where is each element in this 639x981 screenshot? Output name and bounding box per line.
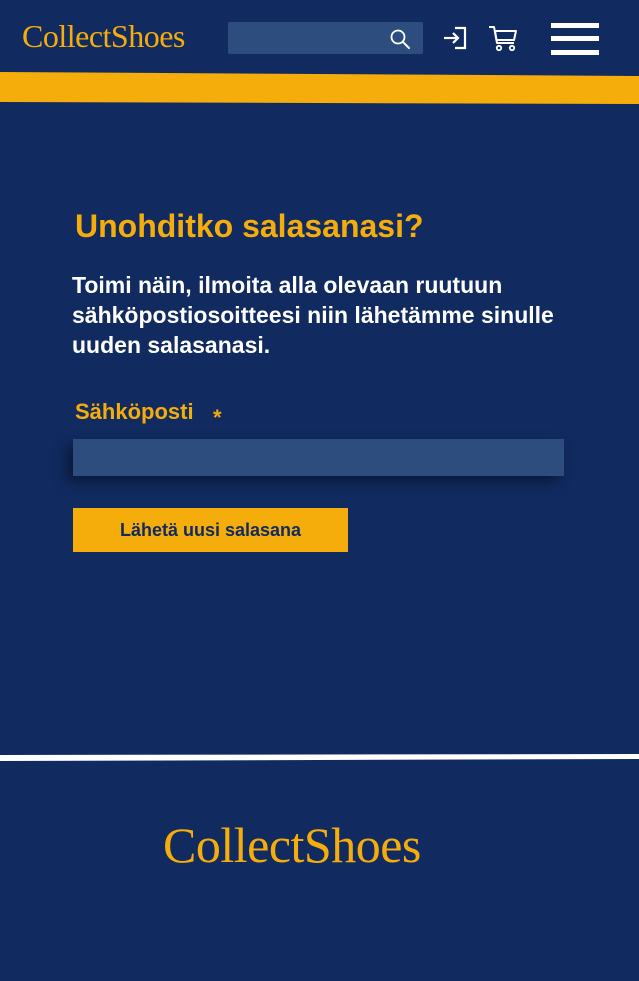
send-new-password-button[interactable]: Lähetä uusi salasana: [73, 508, 348, 552]
required-marker: *: [213, 405, 222, 430]
footer-logo[interactable]: CollectShoes: [163, 814, 421, 876]
site-header: CollectShoes: [0, 0, 639, 76]
email-field[interactable]: [73, 439, 564, 476]
search-icon[interactable]: [388, 27, 412, 51]
header-logo[interactable]: CollectShoes: [22, 16, 185, 56]
menu-icon[interactable]: [549, 22, 599, 58]
instructions-text: Toimi näin, ilmoita alla olevaan ruutuun…: [72, 272, 554, 358]
cart-icon[interactable]: [487, 22, 519, 54]
search-input[interactable]: [228, 22, 383, 54]
email-label: Sähköposti: [75, 399, 194, 424]
page-title: Unohditko salasanasi?: [75, 208, 424, 244]
main-content: [0, 106, 639, 754]
accent-stripe: [0, 72, 639, 104]
footer-divider: [0, 754, 639, 761]
login-icon[interactable]: [441, 24, 469, 52]
